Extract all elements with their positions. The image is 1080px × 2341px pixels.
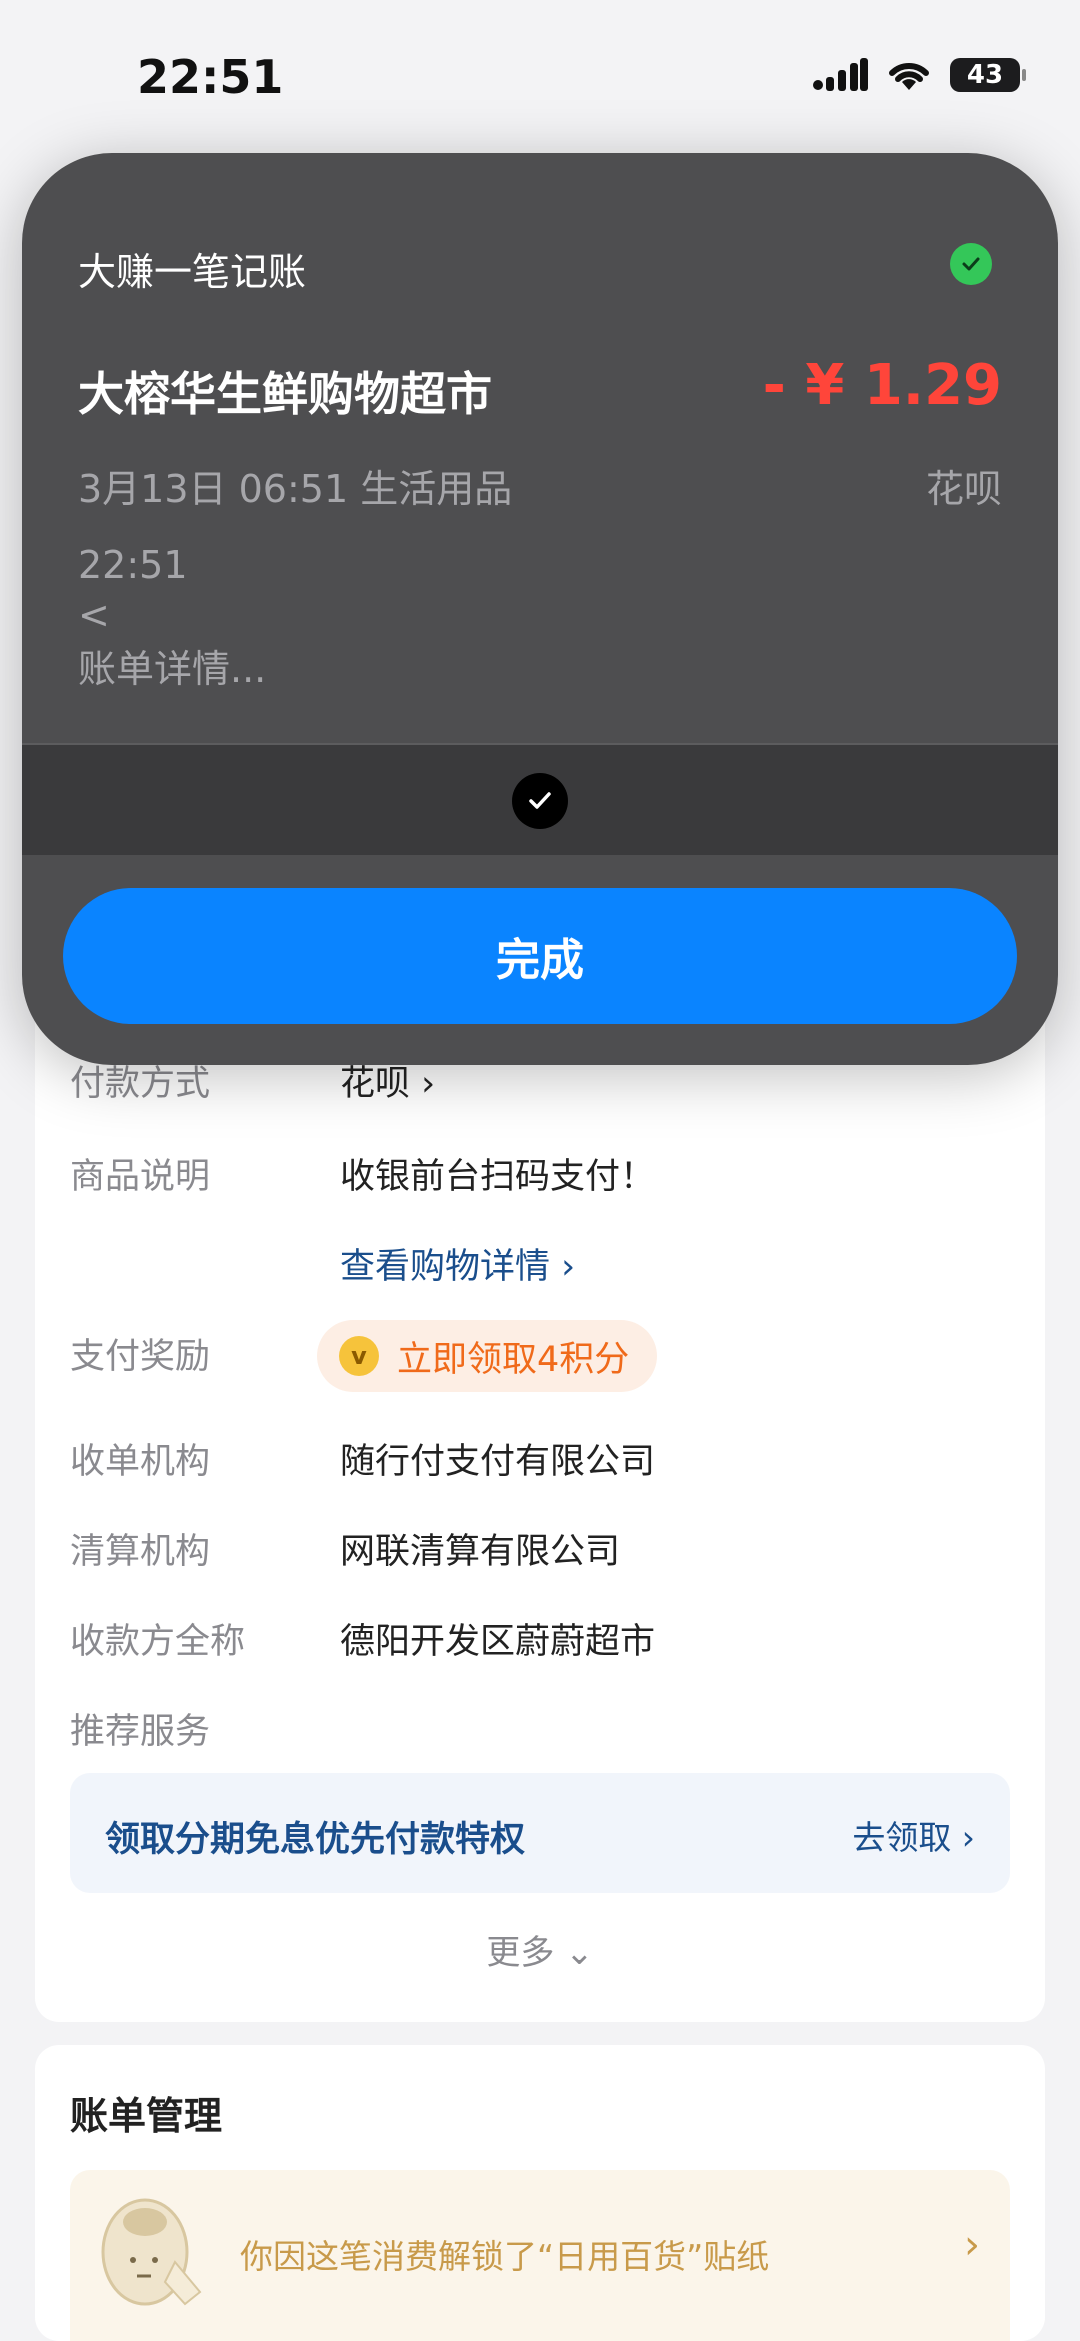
reward-text: 立即领取4积分: [397, 1339, 630, 1380]
chevron-down-icon: ⌄: [565, 1933, 594, 1973]
date-category: 3月13日 06:51 生活用品: [78, 467, 513, 511]
promo-title: 领取分期免息优先付款特权: [105, 1820, 526, 1860]
chevron-right-icon: ›: [964, 2222, 980, 2268]
more-button[interactable]: 更多 ⌄: [0, 1925, 1080, 1974]
transaction-amount: - ¥ 1.29: [762, 353, 1002, 418]
promo-claim-link[interactable]: 去领取 ›: [852, 1811, 975, 1859]
bookkeeping-popup: 大赚一笔记账 大榕华生鲜购物超市 - ¥ 1.29 3月13日 06:51 生活…: [22, 153, 1058, 1065]
coin-icon: v: [339, 1336, 379, 1376]
installment-promo-banner[interactable]: 领取分期免息优先付款特权 去领取 ›: [70, 1773, 1010, 1893]
battery-icon: 43: [950, 58, 1026, 92]
confirm-check-icon[interactable]: [512, 773, 568, 829]
section-title: 账单管理: [70, 2094, 223, 2138]
signal-icon: [813, 58, 868, 91]
success-check-icon: [950, 243, 992, 285]
status-icons: 43: [812, 58, 1026, 92]
clearing-value: 网联清算有限公司: [340, 1532, 621, 1572]
battery-level: 43: [966, 60, 1004, 90]
row-label-pay-reward: 支付奖励: [70, 1337, 211, 1377]
row-label-item-desc: 商品说明: [70, 1157, 211, 1197]
wifi-icon: [889, 62, 929, 90]
item-desc-value: 收银前台扫码支付！: [340, 1157, 656, 1197]
acquirer-value: 随行付支付有限公司: [340, 1442, 656, 1482]
payee-value: 德阳开发区蔚蔚超市: [340, 1622, 656, 1662]
more-label: 更多: [486, 1933, 555, 1973]
sticker-text: 你因这笔消费解锁了“日用百货”贴纸: [240, 2237, 770, 2276]
row-label-acquirer: 收单机构: [70, 1442, 211, 1482]
status-bar: 22:51 43: [0, 0, 1080, 150]
row-label-clearing: 清算机构: [70, 1532, 211, 1572]
sticker-unlock-banner[interactable]: 你因这笔消费解锁了“日用百货”贴纸 ›: [70, 2170, 1010, 2341]
payment-method: 花呗: [925, 467, 1002, 511]
done-button[interactable]: 完成: [63, 888, 1017, 1024]
merchant-name: 大榕华生鲜购物超市: [78, 367, 492, 421]
note-back: <: [78, 593, 110, 637]
row-label-payee: 收款方全称: [70, 1622, 246, 1662]
note-time: 22:51: [78, 543, 188, 587]
status-time: 22:51: [137, 50, 284, 104]
toilet-paper-icon: [101, 2198, 202, 2306]
app-name: 大赚一笔记账: [78, 250, 307, 294]
view-shopping-details-link[interactable]: 查看购物详情 ›: [340, 1238, 575, 1289]
reward-claim-button[interactable]: v 立即领取4积分: [317, 1320, 658, 1392]
row-label-recommended: 推荐服务: [70, 1712, 211, 1752]
note-detail: 账单详情...: [78, 647, 267, 691]
